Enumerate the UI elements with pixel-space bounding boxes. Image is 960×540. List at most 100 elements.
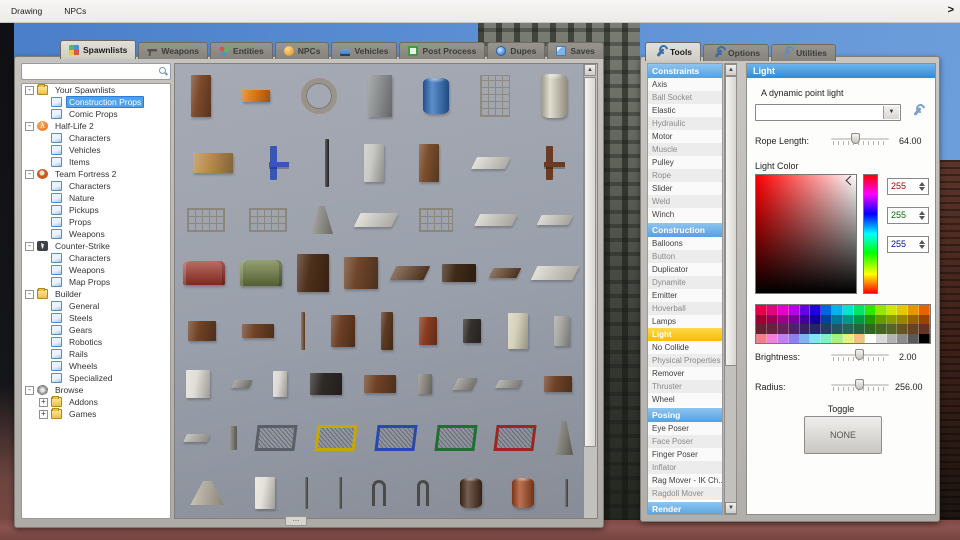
prop-thumbnail-fountain[interactable] [311, 206, 333, 234]
palette-color[interactable] [777, 305, 789, 315]
tool-item-finger-poser[interactable]: Finger Poser [648, 448, 722, 461]
palette-color[interactable] [919, 324, 930, 334]
prop-thumbnail-tray[interactable] [488, 268, 521, 278]
tool-item-winch[interactable]: Winch [648, 208, 722, 221]
palette-color[interactable] [832, 314, 843, 324]
prop-thumbnail-green-sofa[interactable] [239, 260, 282, 286]
palette-color[interactable] [919, 333, 930, 343]
tool-item-slider[interactable]: Slider [648, 182, 722, 195]
palette-color[interactable] [777, 333, 789, 343]
prop-thumbnail-pipe-hook[interactable] [417, 480, 429, 506]
tool-item-wheel[interactable]: Wheel [648, 393, 722, 406]
prop-thumbnail-cage[interactable] [493, 425, 537, 451]
prop-thumbnail-slab[interactable] [182, 434, 211, 442]
prop-thumbnail-gravestone[interactable] [418, 374, 433, 394]
palette-color[interactable] [875, 333, 887, 343]
prop-thumbnail-capacitors[interactable] [241, 90, 270, 102]
prop-thumbnail-pole[interactable] [338, 477, 342, 509]
tab-npcs[interactable]: NPCs [274, 42, 330, 59]
palette-color[interactable] [766, 324, 778, 334]
palette-color[interactable] [821, 324, 833, 334]
prop-thumbnail-obelisk[interactable] [555, 421, 574, 455]
prop-thumbnail-lamp-shade[interactable] [190, 481, 225, 505]
palette-color[interactable] [756, 314, 767, 324]
tool-scrollbar-thumb[interactable] [725, 76, 737, 366]
prop-thumbnail-cross-grave[interactable] [228, 426, 237, 450]
tool-list-scrollbar[interactable]: ▲ ▼ [724, 63, 737, 515]
tab-utilities[interactable]: Utilities [771, 44, 836, 61]
palette-color[interactable] [886, 305, 898, 315]
prop-thumbnail-bathtub[interactable] [353, 213, 399, 227]
prop-thumbnail-fence[interactable] [187, 208, 225, 232]
palette-color[interactable] [810, 333, 822, 343]
tree-item-map-props[interactable]: Map Props [22, 276, 170, 288]
palette-color[interactable] [777, 324, 789, 334]
prop-thumbnail-gravestone[interactable] [451, 378, 478, 390]
chevron-down-icon[interactable]: ▼ [883, 106, 899, 119]
prop-thumbnail-lamp-post[interactable] [324, 139, 329, 187]
tool-item-button[interactable]: Button [648, 250, 722, 263]
tab-entities[interactable]: Entities [210, 42, 273, 59]
tree-item-pickups[interactable]: Pickups [22, 204, 170, 216]
search-box[interactable] [21, 63, 171, 80]
palette-color[interactable] [853, 314, 865, 324]
prop-thumbnail-tall-cabinet[interactable] [380, 312, 393, 350]
tree-item-steels[interactable]: Steels [22, 312, 170, 324]
tree-item-specialized[interactable]: Specialized [22, 372, 170, 384]
collapse-icon[interactable]: - [25, 385, 34, 395]
palette-color[interactable] [843, 324, 854, 334]
palette-color[interactable] [843, 314, 854, 324]
tab-spawnlists[interactable]: Spawnlists [60, 40, 137, 59]
palette-color[interactable] [799, 324, 811, 334]
collapse-icon[interactable]: - [25, 121, 34, 131]
tool-item-rope[interactable]: Rope [648, 169, 722, 182]
expand-icon[interactable]: + [39, 409, 48, 419]
tool-item-emitter[interactable]: Emitter [648, 289, 722, 302]
tree-item-rails[interactable]: Rails [22, 348, 170, 360]
palette-color[interactable] [875, 305, 887, 315]
palette-color[interactable] [897, 314, 909, 324]
prop-thumbnail-shelf[interactable] [471, 157, 512, 169]
tool-item-balloons[interactable]: Balloons [648, 237, 722, 250]
prop-thumbnail-drawer-tray[interactable] [389, 266, 430, 280]
palette-color[interactable] [777, 314, 789, 324]
palette-color[interactable] [886, 324, 898, 334]
prop-thumbnail-bench[interactable] [192, 153, 233, 173]
prop-thumbnail-red-sofa[interactable] [182, 261, 225, 285]
palette-color[interactable] [766, 333, 778, 343]
palette-color[interactable] [886, 333, 898, 343]
hue-bar[interactable] [863, 174, 878, 294]
prop-thumbnail-cabinet[interactable] [296, 254, 329, 292]
tool-item-hydraulic[interactable]: Hydraulic [648, 117, 722, 130]
tree-item-builder[interactable]: - Builder [22, 288, 170, 300]
palette-color[interactable] [821, 305, 833, 315]
palette-color[interactable] [756, 324, 767, 334]
palette-color[interactable] [908, 324, 920, 334]
tree-item-counter-strike[interactable]: - Counter-Strike [22, 240, 170, 252]
palette-color[interactable] [810, 305, 822, 315]
tool-item-ball-socket[interactable]: Ball Socket [648, 91, 722, 104]
prop-thumbnail-coffee-table[interactable] [242, 324, 275, 338]
tool-item-thruster[interactable]: Thruster [648, 380, 722, 393]
prop-thumbnail-blue-drum[interactable] [423, 78, 450, 114]
tree-item-general[interactable]: General [22, 300, 170, 312]
palette-color[interactable] [766, 305, 778, 315]
tab-saves[interactable]: Saves [547, 42, 604, 59]
palette-color[interactable] [756, 333, 767, 343]
prop-thumbnail-barrel[interactable] [459, 478, 482, 508]
collapse-icon[interactable]: - [25, 289, 34, 299]
wrench-icon[interactable] [911, 105, 925, 119]
tool-item-remover[interactable]: Remover [648, 367, 722, 380]
tree-item-wheels[interactable]: Wheels [22, 360, 170, 372]
green-value-spinner[interactable]: 255 [887, 207, 929, 224]
red-value-spinner[interactable]: 255 [887, 178, 929, 195]
prop-thumbnail-blue-chair[interactable] [268, 146, 290, 180]
palette-color[interactable] [799, 305, 811, 315]
prop-thumbnail-white-door[interactable] [363, 144, 384, 182]
prop-thumbnail-pipe-hook[interactable] [372, 480, 387, 506]
palette-color[interactable] [788, 333, 800, 343]
tool-item-eye-poser[interactable]: Eye Poser [648, 422, 722, 435]
palette-color[interactable] [864, 305, 876, 315]
palette-color[interactable] [832, 333, 843, 343]
palette-color[interactable] [864, 333, 876, 343]
